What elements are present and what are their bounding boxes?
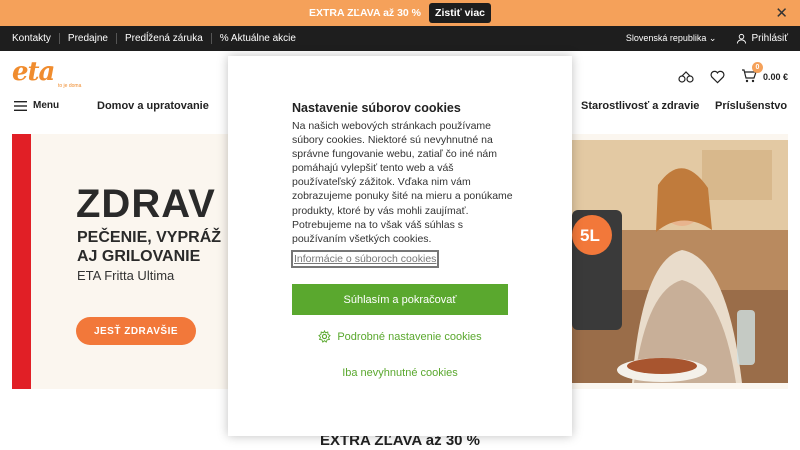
hero-badge: 5L <box>580 226 600 245</box>
menu-button[interactable]: Menu <box>14 100 59 111</box>
link-extended-warranty[interactable]: Predĺžená záruka <box>115 33 211 44</box>
hero-headline: ZDRAV <box>76 182 216 226</box>
detailed-cookie-settings-button[interactable]: Podrobné nastavenie cookies <box>292 330 508 343</box>
link-stores[interactable]: Predajne <box>58 33 116 44</box>
category-care-health[interactable]: Starostlivosť a zdravie <box>581 100 699 112</box>
cookie-info-link[interactable]: Informácie o súboroch cookies <box>291 250 440 268</box>
hero-photo: 5L <box>572 140 788 383</box>
cart-count-badge: 0 <box>751 62 763 73</box>
cart-button[interactable]: 0 0.00 € <box>741 62 788 85</box>
accept-cookies-button[interactable]: Súhlasím a pokračovať <box>292 284 508 315</box>
cart-total: 0.00 € <box>762 72 788 82</box>
promo-text: EXTRA ZĽAVA až 30 % <box>309 7 422 19</box>
gear-icon <box>318 330 332 343</box>
menu-label: Menu <box>33 100 60 111</box>
logo-tagline: to je doma <box>58 83 82 89</box>
necessary-cookies-only-button[interactable]: Iba nevyhnutné cookies <box>292 367 508 379</box>
hero-subheadline: PEČENIE, VYPRÁŽ AJ GRILOVANIE <box>77 229 222 265</box>
hero-product-name: ETA Fritta Ultima <box>77 268 175 283</box>
wishlist-heart-icon[interactable] <box>710 70 725 84</box>
utility-nav: Kontakty Predajne Predĺžená záruka % Akt… <box>0 26 800 51</box>
hamburger-icon <box>14 100 27 111</box>
chevron-down-icon: ⌄ <box>708 33 717 43</box>
logo-mark: eta <box>12 57 55 87</box>
cookie-modal-title: Nastavenie súborov cookies <box>292 101 461 115</box>
cookie-consent-modal: Nastavenie súborov cookies Na našich web… <box>228 56 572 436</box>
country-label: Slovenská republika <box>625 33 707 43</box>
eta-logo[interactable]: eta to je doma <box>12 59 81 89</box>
promo-cta-button[interactable]: Zistiť viac <box>429 3 491 23</box>
category-accessories[interactable]: Príslušenstvo <box>715 100 787 112</box>
user-icon <box>737 33 747 44</box>
login-link[interactable]: Prihlásiť <box>736 33 788 44</box>
link-current-offers[interactable]: % Aktuálne akcie <box>210 33 304 44</box>
compare-icon[interactable] <box>678 70 694 84</box>
country-selector[interactable]: Slovenská republika ⌄ <box>626 33 717 44</box>
cookie-modal-text: Na našich webových stránkach používame s… <box>292 120 513 245</box>
close-icon[interactable]: ✕ <box>775 4 788 22</box>
link-contacts[interactable]: Kontakty <box>12 33 59 44</box>
hero-red-stripe <box>12 134 31 389</box>
hero-cta-button[interactable]: JESŤ ZDRAVŠIE <box>76 317 196 345</box>
promo-bar: EXTRA ZĽAVA až 30 % Zistiť viac ✕ <box>0 0 800 26</box>
category-home-cleaning[interactable]: Domov a upratovanie <box>97 100 209 112</box>
detailed-settings-label: Podrobné nastavenie cookies <box>337 330 482 343</box>
login-label: Prihlásiť <box>751 33 788 44</box>
